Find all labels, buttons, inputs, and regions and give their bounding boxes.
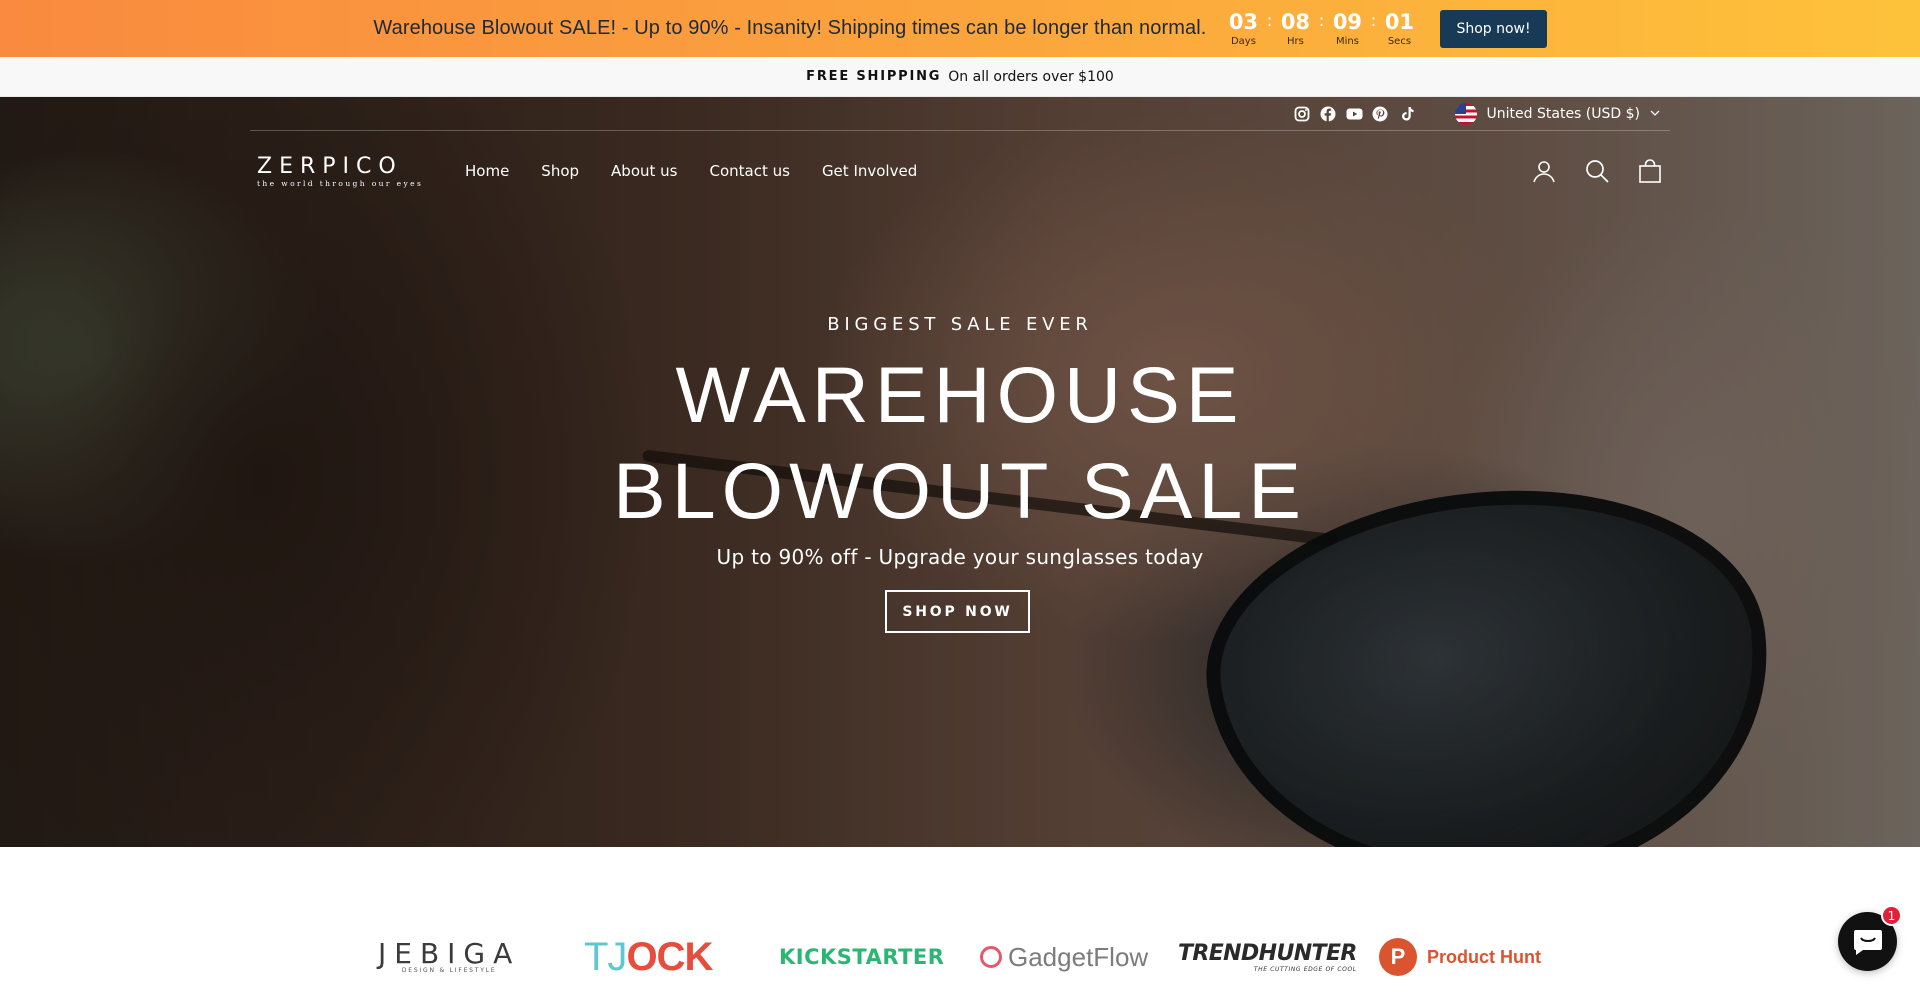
gadgetflow-wordmark: GadgetFlow xyxy=(980,942,1148,973)
free-shipping-bar: FREE SHIPPING On all orders over $100 xyxy=(0,57,1920,97)
nav-item-contact-us[interactable]: Contact us xyxy=(709,162,789,180)
trendhunter-tagline: THE CUTTING EDGE OF COOL xyxy=(1253,966,1357,973)
free-shipping-heading: FREE SHIPPING xyxy=(806,69,942,84)
hero-headline-line-2: BLOWOUT SALE xyxy=(613,446,1307,535)
countdown-hours: 08 Hrs xyxy=(1276,10,1314,48)
main-header: ZERPICO the world through our eyes Home … xyxy=(250,131,1670,211)
social-links xyxy=(1294,105,1415,122)
countdown-value: 01 xyxy=(1384,9,1415,34)
youtube-icon[interactable] xyxy=(1346,105,1363,122)
hero-headline-line-1: WAREHOUSE xyxy=(675,350,1245,439)
cart-icon[interactable] xyxy=(1637,159,1662,184)
hero-banner: United States (USD $) ZERPICO the world … xyxy=(0,97,1920,847)
nav-item-home[interactable]: Home xyxy=(465,162,509,180)
jebiga-wordmark: JEBIGA xyxy=(378,936,521,970)
nav-item-shop[interactable]: Shop xyxy=(541,162,579,180)
tjock-part-b: OCK xyxy=(626,934,713,979)
pinterest-icon[interactable] xyxy=(1372,105,1389,122)
chevron-down-icon xyxy=(1650,110,1660,116)
countdown-separator: : xyxy=(1318,10,1325,31)
chat-unread-badge: 1 xyxy=(1881,905,1902,926)
free-shipping-text: On all orders over $100 xyxy=(948,68,1114,85)
hero-subline: Up to 90% off - Upgrade your sunglasses … xyxy=(716,545,1204,569)
hero-shop-now-button[interactable]: SHOP NOW xyxy=(885,590,1030,633)
gadgetflow-mark-icon xyxy=(980,946,1002,968)
kickstarter-wordmark: KICKSTARTER xyxy=(779,945,945,969)
press-logos: JEBIGA DESIGN & LIFESTYLE TJOCK KICKSTAR… xyxy=(0,847,1920,993)
currency-label: United States (USD $) xyxy=(1486,105,1640,122)
logo-tagline: the world through our eyes xyxy=(257,178,424,188)
countdown-value: 03 xyxy=(1228,9,1259,34)
trendhunter-logo: TRENDHUNTER THE CUTTING EDGE OF COOL xyxy=(1178,932,1357,982)
nav-item-about-us[interactable]: About us xyxy=(611,162,677,180)
hero-headline: WAREHOUSE BLOWOUT SALE xyxy=(0,347,1920,539)
currency-selector[interactable]: United States (USD $) xyxy=(1454,102,1660,125)
trendhunter-wordmark: TRENDHUNTER xyxy=(1178,941,1357,966)
search-icon[interactable] xyxy=(1584,159,1609,184)
countdown-days: 03 Days xyxy=(1224,10,1262,48)
countdown-timer: 03 Days : 08 Hrs : 09 Mins : 01 Secs xyxy=(1224,10,1418,48)
tiktok-icon[interactable] xyxy=(1398,105,1415,122)
promo-text: Warehouse Blowout SALE! - Up to 90% - In… xyxy=(373,17,1207,39)
hero-kicker: BIGGEST SALE EVER xyxy=(827,314,1093,335)
chat-bubble-icon xyxy=(1853,929,1882,955)
countdown-seconds: 01 Secs xyxy=(1380,10,1418,48)
producthunt-text: Product Hunt xyxy=(1427,946,1541,967)
kickstarter-logo: KICKSTARTER xyxy=(779,932,944,982)
facebook-icon[interactable] xyxy=(1320,105,1337,122)
main-nav: Home Shop About us Contact us Get Involv… xyxy=(465,162,917,180)
countdown-value: 09 xyxy=(1332,9,1363,34)
site-logo[interactable]: ZERPICO the world through our eyes xyxy=(257,153,427,188)
countdown-separator: : xyxy=(1370,10,1377,31)
nav-item-get-involved[interactable]: Get Involved xyxy=(822,162,917,180)
countdown-separator: : xyxy=(1266,10,1273,31)
tjock-wordmark: TJOCK xyxy=(584,934,713,980)
announcement-bar: Warehouse Blowout SALE! - Up to 90% - In… xyxy=(0,0,1920,57)
producthunt-wordmark: P Product Hunt xyxy=(1379,938,1541,976)
producthunt-logo: P Product Hunt xyxy=(1379,932,1541,982)
logo-wordmark: ZERPICO xyxy=(257,153,403,179)
tjock-logo: TJOCK xyxy=(584,932,713,982)
header-utility-row: United States (USD $) xyxy=(250,97,1670,131)
header-actions xyxy=(1531,159,1662,184)
countdown-label: Hrs xyxy=(1287,35,1304,47)
account-icon[interactable] xyxy=(1531,159,1556,184)
countdown-value: 08 xyxy=(1280,9,1311,34)
countdown-label: Mins xyxy=(1335,35,1359,47)
tjock-part-a: TJ xyxy=(584,934,627,979)
jebiga-logo: JEBIGA DESIGN & LIFESTYLE xyxy=(378,932,520,982)
promo-shop-now-button[interactable]: Shop now! xyxy=(1440,9,1547,48)
countdown-minutes: 09 Mins xyxy=(1328,10,1366,48)
countdown-label: Days xyxy=(1230,35,1256,47)
producthunt-mark-icon: P xyxy=(1379,938,1417,976)
us-flag-icon xyxy=(1454,102,1477,125)
gadgetflow-logo: GadgetFlow xyxy=(980,932,1148,982)
gadgetflow-text: GadgetFlow xyxy=(1008,941,1149,972)
instagram-icon[interactable] xyxy=(1294,105,1311,122)
countdown-label: Secs xyxy=(1387,35,1412,47)
